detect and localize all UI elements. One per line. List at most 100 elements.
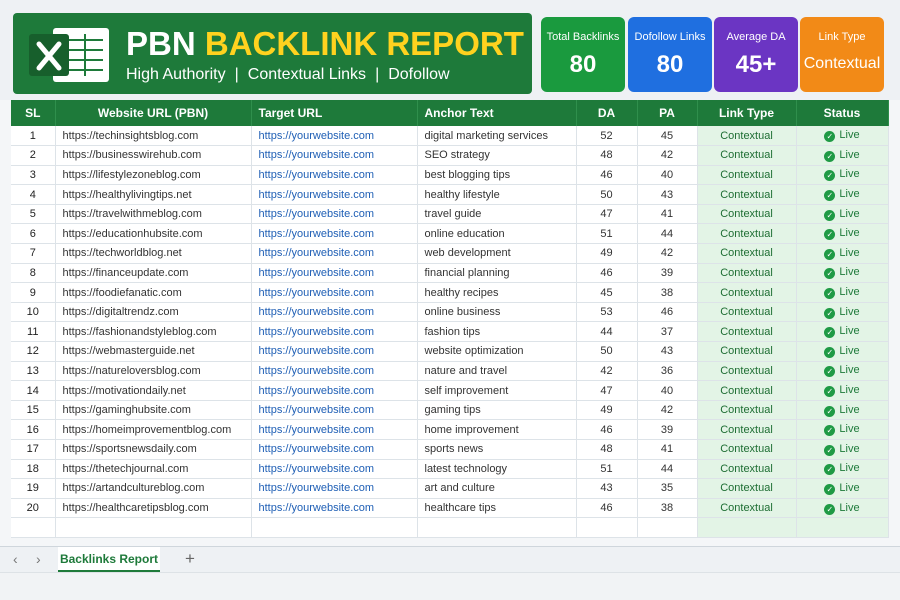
cell-da[interactable]: 47 [576, 204, 638, 225]
cell-website-url[interactable]: https://healthylivingtips.net [55, 184, 252, 205]
cell-link-type[interactable]: Contextual [697, 204, 797, 225]
cell-target-url[interactable]: https://yourwebsite.com [251, 439, 418, 460]
table-row[interactable]: 18 https://thetechjournal.com https://your… [11, 459, 889, 480]
cell-da[interactable]: 43 [576, 478, 638, 499]
cell-sl[interactable]: 18 [11, 459, 56, 480]
cell-pa[interactable]: 45 [637, 126, 698, 147]
cell-pa[interactable]: 44 [637, 223, 698, 245]
cell-pa[interactable]: 36 [637, 361, 698, 382]
cell-target-url[interactable]: https://yourwebsite.com [251, 223, 418, 245]
table-row[interactable]: 15 https://gaminghubsite.com https://yourw… [11, 400, 889, 421]
cell-website-url[interactable]: https://gaminghubsite.com [55, 400, 252, 421]
cell-target-url[interactable]: https://yourwebsite.com [251, 498, 418, 519]
cell-status[interactable]: ✓ Live [796, 321, 889, 343]
cell-pa[interactable]: 38 [637, 282, 698, 303]
empty-cell[interactable] [796, 517, 889, 539]
table-row[interactable]: 2 https://businesswirehub.com https://your… [11, 145, 889, 166]
cell-website-url[interactable]: https://foodiefanatic.com [55, 282, 252, 303]
cell-pa[interactable]: 39 [637, 419, 698, 440]
cell-target-url[interactable]: https://yourwebsite.com [251, 204, 418, 225]
cell-website-url[interactable]: https://thetechjournal.com [55, 459, 252, 480]
cell-pa[interactable]: 42 [637, 243, 698, 264]
cell-target-url[interactable]: https://yourwebsite.com [251, 459, 418, 480]
cell-sl[interactable]: 10 [11, 302, 56, 323]
cell-website-url[interactable]: https://educationhubsite.com [55, 223, 252, 245]
cell-pa[interactable]: 38 [637, 498, 698, 519]
cell-da[interactable]: 48 [576, 439, 638, 460]
cell-status[interactable]: ✓ Live [796, 459, 889, 480]
cell-anchor-text[interactable]: website optimization [417, 341, 577, 362]
cell-da[interactable]: 47 [576, 380, 638, 401]
cell-anchor-text[interactable]: home improvement [417, 419, 577, 440]
cell-sl[interactable]: 20 [11, 498, 56, 519]
cell-anchor-text[interactable]: web development [417, 243, 577, 264]
table-row[interactable]: 4 https://healthylivingtips.net https://yo… [11, 184, 889, 205]
cell-pa[interactable]: 41 [637, 439, 698, 460]
cell-status[interactable]: ✓ Live [796, 145, 889, 166]
cell-status[interactable]: ✓ Live [796, 243, 889, 264]
cell-target-url[interactable]: https://yourwebsite.com [251, 341, 418, 362]
chevron-right-icon[interactable]: › [36, 551, 41, 567]
cell-link-type[interactable]: Contextual [697, 361, 797, 382]
cell-sl[interactable]: 4 [11, 184, 56, 205]
cell-target-url[interactable]: https://yourwebsite.com [251, 321, 418, 343]
table-row[interactable]: 10 https://digitaltrendz.com https://yourw… [11, 302, 889, 323]
table-row[interactable]: 12 https://webmasterguide.net https://your… [11, 341, 889, 362]
cell-link-type[interactable]: Contextual [697, 478, 797, 499]
table-row[interactable]: 6 https://educationhubsite.com https://you… [11, 223, 889, 245]
cell-anchor-text[interactable]: self improvement [417, 380, 577, 401]
cell-da[interactable]: 45 [576, 282, 638, 303]
cell-target-url[interactable]: https://yourwebsite.com [251, 400, 418, 421]
cell-sl[interactable]: 7 [11, 243, 56, 264]
column-header-status[interactable]: Status [796, 100, 889, 126]
cell-target-url[interactable]: https://yourwebsite.com [251, 478, 418, 499]
cell-status[interactable]: ✓ Live [796, 165, 889, 186]
cell-link-type[interactable]: Contextual [697, 400, 797, 421]
cell-link-type[interactable]: Contextual [697, 223, 797, 245]
cell-sl[interactable]: 9 [11, 282, 56, 303]
cell-da[interactable]: 50 [576, 341, 638, 362]
add-sheet-icon[interactable]: + [185, 549, 195, 569]
cell-sl[interactable]: 12 [11, 341, 56, 362]
cell-pa[interactable]: 37 [637, 321, 698, 343]
cell-sl[interactable]: 1 [11, 126, 56, 147]
cell-anchor-text[interactable]: fashion tips [417, 321, 577, 343]
cell-sl[interactable]: 19 [11, 478, 56, 499]
cell-website-url[interactable]: https://fashionandstyleblog.com [55, 321, 252, 343]
cell-link-type[interactable]: Contextual [697, 341, 797, 362]
cell-status[interactable]: ✓ Live [796, 439, 889, 460]
cell-status[interactable]: ✓ Live [796, 341, 889, 362]
cell-status[interactable]: ✓ Live [796, 400, 889, 421]
cell-da[interactable]: 46 [576, 498, 638, 519]
cell-target-url[interactable]: https://yourwebsite.com [251, 361, 418, 382]
cell-anchor-text[interactable]: best blogging tips [417, 165, 577, 186]
cell-sl[interactable]: 11 [11, 321, 56, 343]
column-header-website-url[interactable]: Website URL (PBN) [55, 100, 252, 126]
cell-da[interactable]: 53 [576, 302, 638, 323]
cell-anchor-text[interactable]: nature and travel [417, 361, 577, 382]
cell-target-url[interactable]: https://yourwebsite.com [251, 243, 418, 264]
cell-da[interactable]: 51 [576, 223, 638, 245]
cell-da[interactable]: 46 [576, 419, 638, 440]
cell-pa[interactable]: 35 [637, 478, 698, 499]
cell-target-url[interactable]: https://yourwebsite.com [251, 282, 418, 303]
cell-target-url[interactable]: https://yourwebsite.com [251, 302, 418, 323]
cell-sl[interactable]: 14 [11, 380, 56, 401]
cell-link-type[interactable]: Contextual [697, 419, 797, 440]
empty-cell[interactable] [11, 517, 56, 539]
cell-link-type[interactable]: Contextual [697, 498, 797, 519]
table-row[interactable]: 19 https://artandcultureblog.com https://y… [11, 478, 889, 499]
column-header-da[interactable]: DA [576, 100, 638, 126]
table-row[interactable]: 17 https://sportsnewsdaily.com https://you… [11, 439, 889, 460]
table-row[interactable]: 5 https://travelwithmeblog.com https://you… [11, 204, 889, 225]
cell-pa[interactable]: 42 [637, 145, 698, 166]
cell-target-url[interactable]: https://yourwebsite.com [251, 380, 418, 401]
cell-sl[interactable]: 13 [11, 361, 56, 382]
cell-status[interactable]: ✓ Live [796, 126, 889, 147]
cell-link-type[interactable]: Contextual [697, 243, 797, 264]
cell-website-url[interactable]: https://sportsnewsdaily.com [55, 439, 252, 460]
cell-website-url[interactable]: https://homeimprovementblog.com [55, 419, 252, 440]
column-header-sl[interactable]: SL [11, 100, 56, 126]
cell-anchor-text[interactable]: art and culture [417, 478, 577, 499]
cell-sl[interactable]: 3 [11, 165, 56, 186]
